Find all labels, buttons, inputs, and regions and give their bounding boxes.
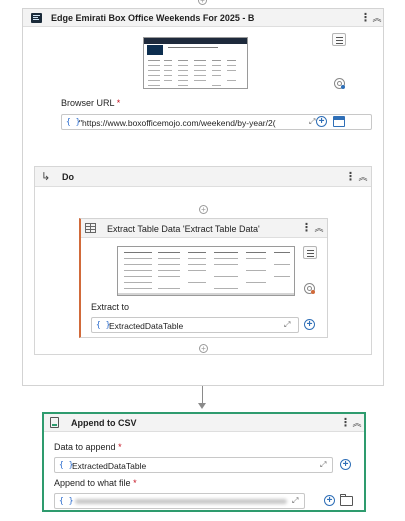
append-csv-title: Append to CSV — [71, 418, 137, 428]
browser-url-plus-icon[interactable]: + — [316, 116, 327, 127]
csv-file-icon — [50, 417, 59, 428]
extract-table-collapse-icon[interactable]: ︽ — [314, 222, 324, 234]
append-csv-collapse-icon[interactable]: ︽ — [352, 417, 362, 429]
append-csv-header[interactable]: Append to CSV ⋮ ︽ — [44, 414, 364, 432]
data-to-append-value: ExtractedDataTable — [72, 461, 147, 471]
extract-table-header[interactable]: Extract Table Data 'Extract Table Data' … — [81, 219, 327, 238]
extract-table-menu-icon[interactable]: ⋮ — [301, 222, 312, 234]
browser-url-value: "https://www.boxofficemojo.com/weekend/b… — [79, 118, 276, 128]
top-insert-button[interactable]: + — [198, 0, 207, 5]
extract-table-title: Extract Table Data 'Extract Table Data' — [107, 224, 260, 234]
do-block-menu-icon[interactable]: ⋮ — [345, 171, 356, 183]
data-to-append-label: Data to append * — [54, 442, 122, 452]
append-csv-menu-icon[interactable]: ⋮ — [340, 417, 351, 429]
table-screenshot-thumbnail[interactable] — [117, 246, 295, 296]
expand-editor-icon[interactable]: ⤢ — [320, 461, 328, 469]
expand-editor-icon[interactable]: ⤢ — [292, 497, 300, 505]
browser-url-label: Browser URL * — [61, 98, 121, 108]
extract-table-card: Extract Table Data 'Extract Table Data' … — [79, 218, 328, 338]
do-arrow-icon: ↳ — [41, 171, 51, 183]
extract-to-value: ExtractedDataTable — [109, 321, 184, 331]
append-file-plus-icon[interactable]: + — [324, 495, 335, 506]
browser-card-title: Edge Emirati Box Office Weekends For 202… — [51, 13, 255, 23]
data-to-append-plus-icon[interactable]: + — [340, 459, 351, 470]
extract-to-field[interactable]: { } ExtractedDataTable ⤢ — [91, 317, 299, 333]
edge-browser-icon — [31, 13, 42, 23]
browser-activity-card: Edge Emirati Box Office Weekends For 202… — [22, 8, 384, 386]
do-insert-button[interactable]: + — [199, 205, 208, 214]
do-block-header[interactable]: ↳ Do ⋮ ︽ — [35, 167, 371, 187]
extract-to-label: Extract to — [91, 302, 130, 312]
browser-card-menu-icon[interactable]: ⋮ — [360, 12, 371, 24]
connector-arrowhead — [198, 403, 206, 409]
append-csv-card: Append to CSV ⋮ ︽ Data to append * { } E… — [42, 412, 366, 512]
do-block-title: Do — [62, 172, 74, 182]
browser-options-icon[interactable] — [332, 33, 346, 46]
expression-icon: { } — [59, 496, 74, 505]
do-block: ↳ Do ⋮ ︽ + Extract Table Data 'Extract T… — [34, 166, 372, 355]
table-extract-icon — [85, 223, 96, 233]
data-to-append-field[interactable]: { } ExtractedDataTable ⤢ — [54, 457, 333, 473]
expand-editor-icon[interactable]: ⤢ — [284, 321, 292, 329]
redacted-file-path — [75, 499, 287, 504]
browser-url-window-icon[interactable] — [333, 116, 345, 127]
extract-options-icon[interactable] — [303, 246, 317, 259]
do-block-collapse-icon[interactable]: ︽ — [358, 171, 368, 183]
append-file-label: Append to what file * — [54, 478, 137, 488]
browser-card-collapse-icon[interactable]: ︽ — [372, 12, 382, 24]
extract-target-icon[interactable] — [304, 283, 315, 294]
browser-card-header[interactable]: Edge Emirati Box Office Weekends For 202… — [23, 9, 383, 27]
extract-to-plus-icon[interactable]: + — [304, 319, 315, 330]
connector-line — [202, 386, 203, 404]
extract-after-insert-button[interactable]: + — [199, 344, 208, 353]
target-indicator-icon[interactable] — [334, 78, 345, 89]
browse-folder-icon[interactable] — [340, 494, 353, 506]
append-file-field[interactable]: { } ⤢ — [54, 493, 305, 509]
browser-screenshot-thumbnail[interactable] — [143, 37, 248, 89]
